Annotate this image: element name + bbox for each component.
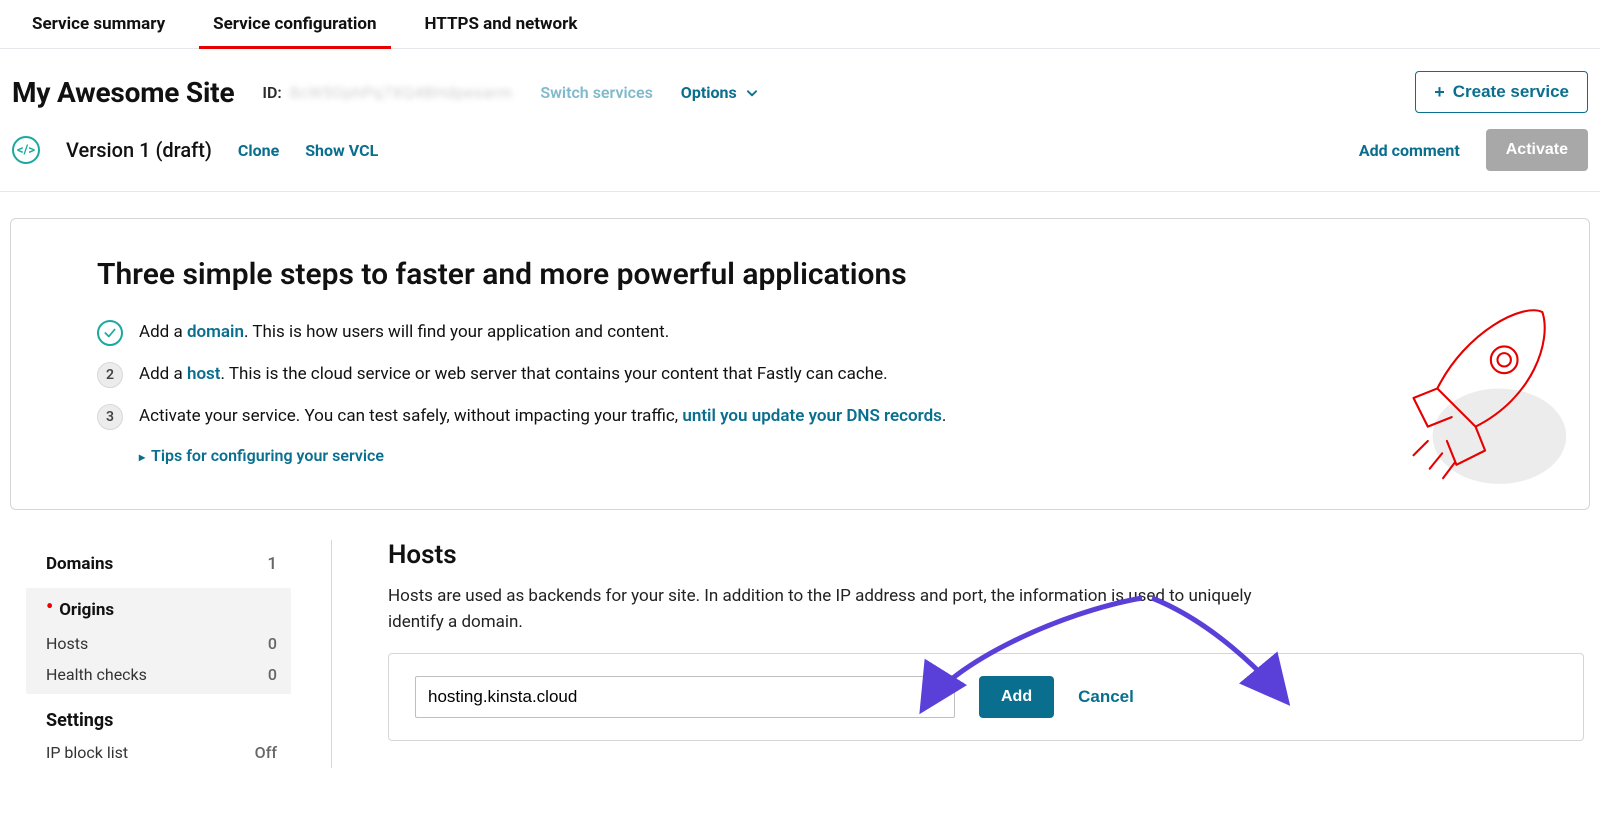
hosts-description: Hosts are used as backends for your site… [388,584,1308,635]
service-id-value: 8cW5OphPq7XQ4BHdpesarm [290,83,513,102]
switch-services-link[interactable]: Switch services [540,83,652,102]
host-address-input[interactable] [415,676,955,718]
version-label: Version 1 (draft) [66,138,212,162]
sidenav: Domains 1 • Origins Hosts 0 Health checks… [12,540,332,768]
tab-service-summary[interactable]: Service summary [32,0,165,48]
sidenav-settings-head: Settings [26,696,291,737]
lower-layout: Domains 1 • Origins Hosts 0 Health checks… [10,540,1590,768]
tab-https-network[interactable]: HTTPS and network [425,0,578,48]
step-number-3: 3 [97,404,123,430]
rocket-icon [1361,293,1571,503]
onboarding-title: Three simple steps to faster and more po… [97,257,1545,292]
onboarding-step-3: 3 Activate your service. You can test sa… [97,404,1545,430]
host-link[interactable]: host [187,364,221,384]
sidenav-origins-group: • Origins Hosts 0 Health checks 0 [26,588,291,694]
host-add-form: Add Cancel [388,653,1584,741]
add-comment-link[interactable]: Add comment [1359,141,1460,160]
sidenav-health-label: Health checks [46,665,147,684]
cancel-button[interactable]: Cancel [1078,687,1134,707]
tips-link[interactable]: ▸ Tips for configuring your service [139,446,1545,465]
sidenav-hosts-label: Hosts [46,634,88,653]
create-service-label: Create service [1453,82,1569,102]
sidenav-domains-label: Domains [46,554,113,574]
clone-link[interactable]: Clone [238,141,279,160]
dot-indicator-icon: • [46,594,53,618]
tips-label: Tips for configuring your service [151,446,384,465]
dns-records-link[interactable]: until you update your DNS records [682,406,942,426]
sidenav-domains[interactable]: Domains 1 [26,546,291,582]
sidenav-domains-count: 1 [267,554,277,574]
step2-text-b: . This is the cloud service or web serve… [221,364,888,384]
onboarding-card: Three simple steps to faster and more po… [10,218,1590,510]
header-row: My Awesome Site ID: 8cW5OphPq7XQ4BHdpesa… [0,49,1600,123]
onboarding-step-2: 2 Add a host. This is the cloud service … [97,362,1545,388]
hosts-title: Hosts [388,540,1584,570]
plus-icon: + [1434,83,1445,101]
onboarding-steps: Add a domain. This is how users will fin… [97,320,1545,430]
sidenav-health-checks[interactable]: Health checks 0 [26,659,291,690]
service-id-block: ID: 8cW5OphPq7XQ4BHdpesarm [262,83,512,102]
activate-button[interactable]: Activate [1486,129,1588,171]
sidenav-origins-label: Origins [59,600,114,620]
add-host-button[interactable]: Add [979,676,1054,718]
create-service-button[interactable]: + Create service [1415,71,1588,113]
site-title: My Awesome Site [12,76,234,109]
version-row: </> Version 1 (draft) Clone Show VCL Add… [0,123,1600,192]
step1-text-b: . This is how users will find your appli… [244,322,669,342]
options-dropdown[interactable]: Options [681,83,759,102]
tab-service-configuration[interactable]: Service configuration [213,0,376,48]
step-number-2: 2 [97,362,123,388]
sidenav-origins[interactable]: • Origins [26,592,291,628]
hosts-panel: Hosts Hosts are used as backends for you… [332,540,1590,768]
sidenav-hosts[interactable]: Hosts 0 [26,628,291,659]
top-tabbar: Service summary Service configuration HT… [0,0,1600,49]
step1-text-a: Add a [139,322,187,342]
step3-text-a: Activate your service. You can test safe… [139,406,682,426]
options-label: Options [681,83,737,102]
sidenav-ipblock-value: Off [255,743,277,762]
sidenav-ip-block-list[interactable]: IP block list Off [26,737,291,768]
chevron-down-icon [745,85,759,99]
sidenav-health-count: 0 [268,665,277,684]
check-icon [97,320,123,346]
show-vcl-link[interactable]: Show VCL [305,141,378,160]
sidenav-hosts-count: 0 [268,634,277,653]
step3-text-b: . [942,406,946,426]
service-id-label: ID: [262,83,281,102]
sidenav-ipblock-label: IP block list [46,743,128,762]
version-code-icon: </> [12,136,40,164]
onboarding-step-1: Add a domain. This is how users will fin… [97,320,1545,346]
domain-link[interactable]: domain [187,322,244,342]
step2-text-a: Add a [139,364,187,384]
caret-right-icon: ▸ [139,450,145,464]
